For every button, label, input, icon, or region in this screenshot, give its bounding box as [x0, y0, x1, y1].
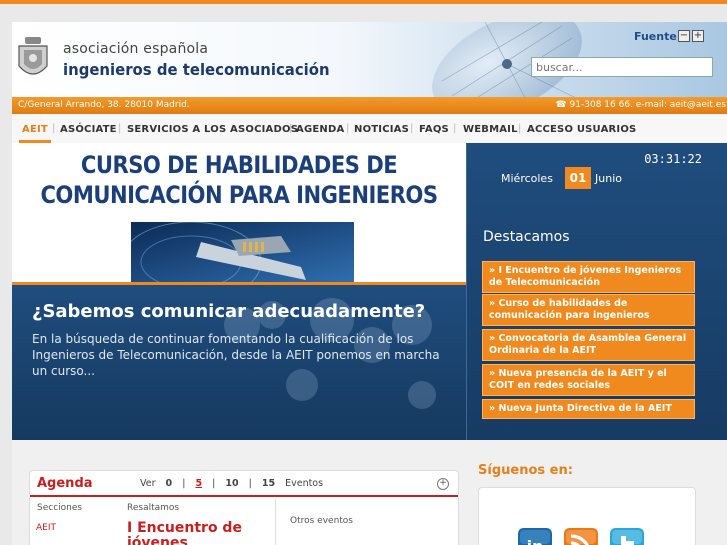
- ver-label: Ver: [140, 478, 156, 489]
- agenda-box: Agenda Ver 0 | 5 | 10 | 15 Eventos + Sec…: [29, 470, 459, 545]
- day-name: Miércoles: [501, 172, 553, 185]
- nav-item-aeit[interactable]: AEIT: [19, 124, 51, 143]
- side-panel: 03:31:22 Miércoles 01 Junio Destacamos »…: [466, 143, 727, 440]
- course-title-line1: CURSO DE HABILIDADES DE: [80, 151, 398, 179]
- bottom-section: Agenda Ver 0 | 5 | 10 | 15 Eventos + Sec…: [12, 440, 727, 545]
- network-cable-image: [131, 222, 354, 283]
- destacamos-item[interactable]: » Nueva Junta Directiva de la AEIT: [482, 399, 695, 419]
- nav-separator: |: [346, 123, 350, 134]
- search-input[interactable]: [531, 57, 713, 77]
- twitter-icon[interactable]: [610, 528, 644, 545]
- nav-separator: |: [289, 123, 293, 134]
- address-text: C/General Arrando, 38. 28010 Madrid.: [18, 100, 190, 110]
- contact-text[interactable]: ☎ 91-308 16 66. e-mail: aeit@aeit.es: [555, 100, 726, 110]
- site-header: asociación española ingenieros de teleco…: [12, 22, 727, 112]
- eventos-label: Eventos: [285, 478, 324, 489]
- expand-plus-icon[interactable]: +: [437, 478, 449, 490]
- count-option[interactable]: 15: [262, 478, 275, 489]
- font-size-label: Fuente: [634, 30, 677, 43]
- highlighted-event-title[interactable]: I Encuentro de jóvenes: [127, 521, 272, 545]
- date-display: Miércoles 01 Junio: [467, 167, 727, 191]
- otros-eventos-label: Otros eventos: [290, 516, 353, 526]
- logo-text-line1: asociación española: [63, 41, 209, 57]
- nav-item-webmail[interactable]: WEBMAIL: [463, 124, 518, 135]
- destacamos-title: Destacamos: [483, 229, 570, 245]
- nav-item-noticias[interactable]: NOTICIAS: [354, 124, 409, 135]
- feature-body: En la búsqueda de continuar fomentando l…: [32, 332, 440, 378]
- count-separator: |: [212, 478, 216, 489]
- column-header-secciones: Secciones: [37, 503, 83, 513]
- main-nav: AEIT | ASÓCIATE | SERVICIOS A LOS ASOCIA…: [12, 114, 727, 144]
- linkedin-icon[interactable]: in: [518, 528, 552, 545]
- top-accent-strip: [0, 0, 727, 4]
- logo-text-line2: ingenieros de telecomunicación: [63, 60, 330, 79]
- count-option-selected[interactable]: 5: [195, 478, 202, 489]
- feature-text-panel: ¿Sabemos comunicar adecuadamente? En la …: [12, 285, 466, 440]
- nav-item-asociate[interactable]: ASÓCIATE: [60, 124, 117, 135]
- agenda-count-selector: Ver 0 | 5 | 10 | 15 Eventos: [140, 478, 330, 489]
- destacamos-item[interactable]: » Nueva presencia de la AEIT y el COIT e…: [482, 364, 695, 396]
- nav-item-servicios[interactable]: SERVICIOS A LOS ASOCIADOS: [127, 124, 298, 135]
- agenda-divider: [30, 495, 458, 497]
- nav-separator: |: [518, 123, 522, 134]
- column-header-resaltamos: Resaltamos: [127, 503, 180, 513]
- coat-of-arms-icon: [18, 37, 48, 75]
- count-separator: |: [182, 478, 186, 489]
- section-link-aeit[interactable]: AEIT: [36, 523, 56, 533]
- font-decrease-button[interactable]: −: [678, 30, 690, 42]
- siguenos-title: Síguenos en:: [478, 463, 573, 478]
- count-separator: |: [248, 478, 252, 489]
- count-option[interactable]: 0: [166, 478, 173, 489]
- day-number-badge: 01: [565, 167, 591, 189]
- nav-item-faqs[interactable]: FAQS: [419, 124, 449, 135]
- course-title-line2: COMUNICACIÓN PARA INGENIEROS: [40, 181, 438, 209]
- rss-icon[interactable]: [564, 528, 598, 545]
- page-container: asociación española ingenieros de teleco…: [12, 22, 727, 545]
- column-divider: [275, 499, 276, 545]
- address-bar: C/General Arrando, 38. 28010 Madrid. ☎ 9…: [12, 97, 727, 114]
- destacamos-item[interactable]: » Curso de habilidades de comunicación p…: [482, 294, 695, 326]
- nav-separator: |: [52, 123, 56, 134]
- nav-separator: |: [453, 123, 457, 134]
- font-increase-button[interactable]: +: [692, 30, 704, 42]
- month-name: Junio: [595, 172, 622, 185]
- nav-separator: |: [410, 123, 414, 134]
- count-option[interactable]: 10: [225, 478, 238, 489]
- featured-banner[interactable]: CURSO DE HABILIDADES DE COMUNICACIÓN PAR…: [12, 143, 466, 440]
- destacamos-item[interactable]: » Convocatoria de Asamblea General Ordin…: [482, 329, 695, 361]
- linkedin-icon-text: in: [527, 537, 544, 545]
- agenda-title: Agenda: [37, 476, 93, 491]
- destacamos-item[interactable]: » I Encuentro de jóvenes Ingenieros de T…: [482, 261, 695, 293]
- nav-item-acceso[interactable]: ACCESO USUARIOS: [527, 124, 636, 135]
- nav-separator: |: [118, 123, 122, 134]
- nav-item-agenda[interactable]: AGENDA: [296, 124, 344, 135]
- feature-heading[interactable]: ¿Sabemos comunicar adecuadamente?: [32, 301, 425, 322]
- clock-text: 03:31:22: [644, 152, 702, 166]
